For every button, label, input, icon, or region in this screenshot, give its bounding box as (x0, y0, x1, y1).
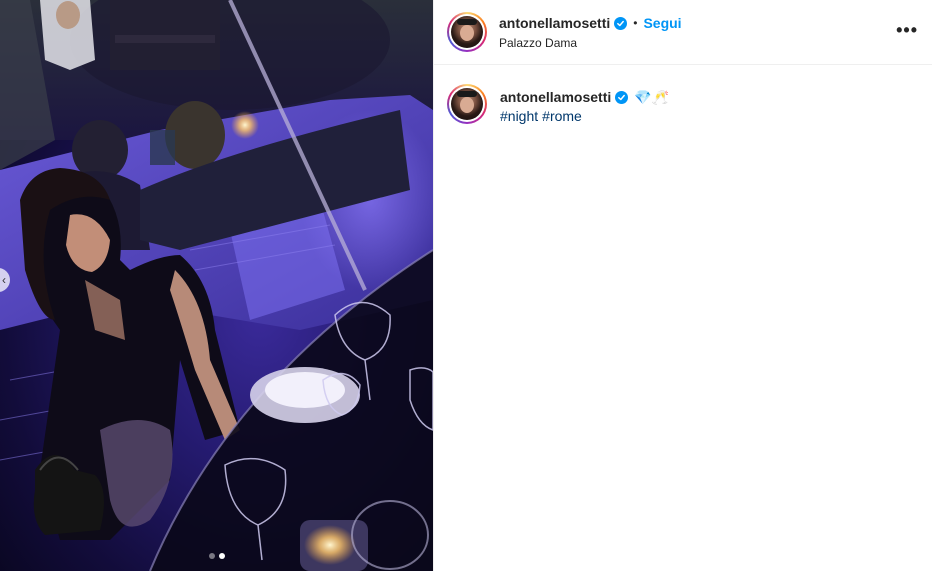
post-details-panel: antonellamosetti • Segui Palazzo Dama ••… (433, 0, 932, 571)
caption-body: antonellamosetti 💎🥂 #night #rome (500, 84, 669, 125)
username-link[interactable]: antonellamosetti (499, 15, 610, 31)
verified-badge-icon (614, 16, 628, 30)
caption: antonellamosetti 💎🥂 #night #rome (434, 65, 932, 125)
story-ring[interactable] (447, 12, 487, 52)
more-options-icon[interactable]: ••• (896, 20, 918, 40)
hashtag-link[interactable]: #night (500, 108, 538, 124)
checkmark-icon (617, 20, 625, 26)
dot-separator: • (633, 16, 638, 30)
carousel-dot (218, 553, 225, 559)
location-link[interactable]: Palazzo Dama (499, 36, 682, 50)
caption-username-link[interactable]: antonellamosetti (500, 88, 611, 106)
header-row: antonellamosetti • Segui (499, 14, 682, 32)
hashtag-link[interactable]: #rome (542, 108, 582, 124)
header-text: antonellamosetti • Segui Palazzo Dama (499, 14, 682, 50)
carousel-indicator (0, 553, 433, 559)
post-header: antonellamosetti • Segui Palazzo Dama ••… (434, 0, 932, 65)
avatar[interactable] (451, 16, 483, 48)
caption-story-ring[interactable] (447, 84, 487, 124)
caption-avatar[interactable] (451, 88, 483, 120)
caption-hashtags: #night #rome (500, 107, 669, 125)
caption-avatar-frame (449, 86, 485, 122)
caption-checkmark-icon (618, 94, 626, 100)
caption-emoji: 💎🥂 (634, 89, 670, 105)
post-photo[interactable]: ‹ (0, 0, 433, 571)
avatar-frame (449, 14, 485, 50)
carousel-dot (208, 553, 215, 559)
caption-verified-badge-icon (615, 90, 629, 104)
instagram-post: ‹ antonellamosetti • Segui Palazzo Dama … (0, 0, 932, 571)
follow-button[interactable]: Segui (643, 15, 681, 31)
photo-scene (0, 0, 433, 571)
chevron-left-icon: ‹ (2, 273, 6, 287)
caption-line: antonellamosetti 💎🥂 (500, 88, 669, 106)
